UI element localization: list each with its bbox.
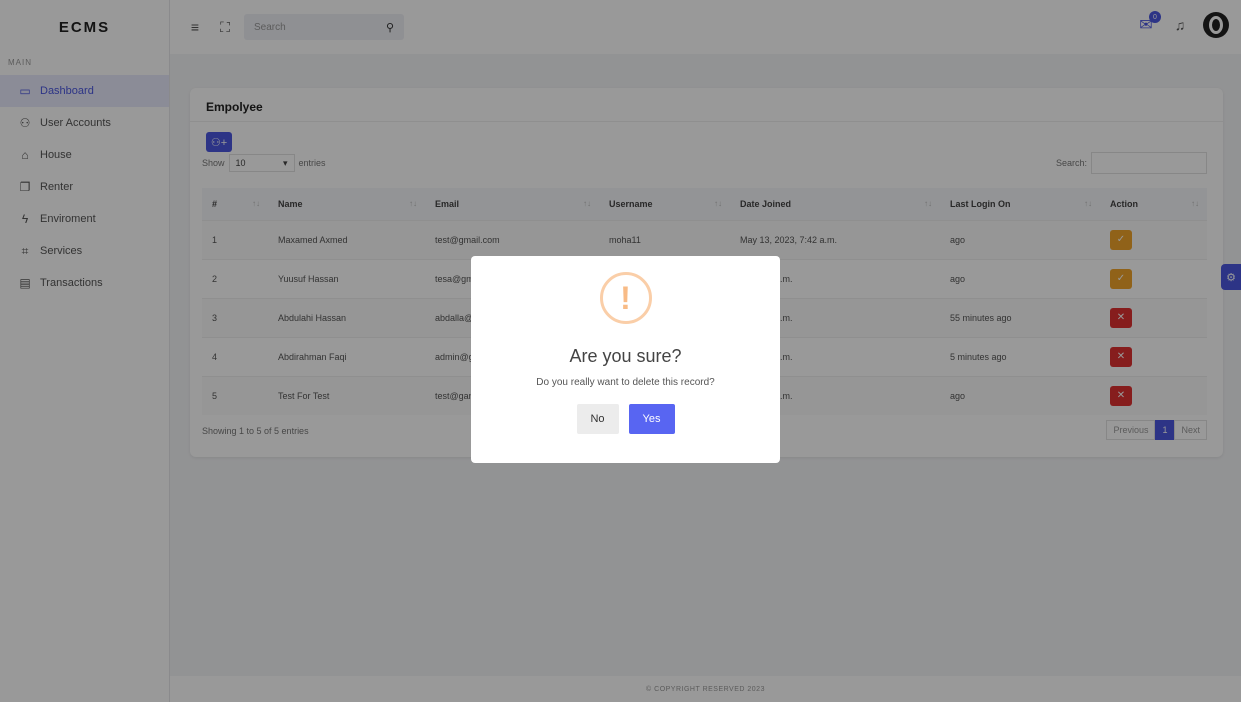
warning-icon: ! [599,272,652,324]
yes-button[interactable]: Yes [628,404,675,434]
dialog-message: Do you really want to delete this record… [536,377,715,388]
dialog-title: Are you sure? [569,346,682,366]
confirm-dialog: ! Are you sure? Do you really want to de… [471,256,780,463]
no-button[interactable]: No [576,404,619,434]
